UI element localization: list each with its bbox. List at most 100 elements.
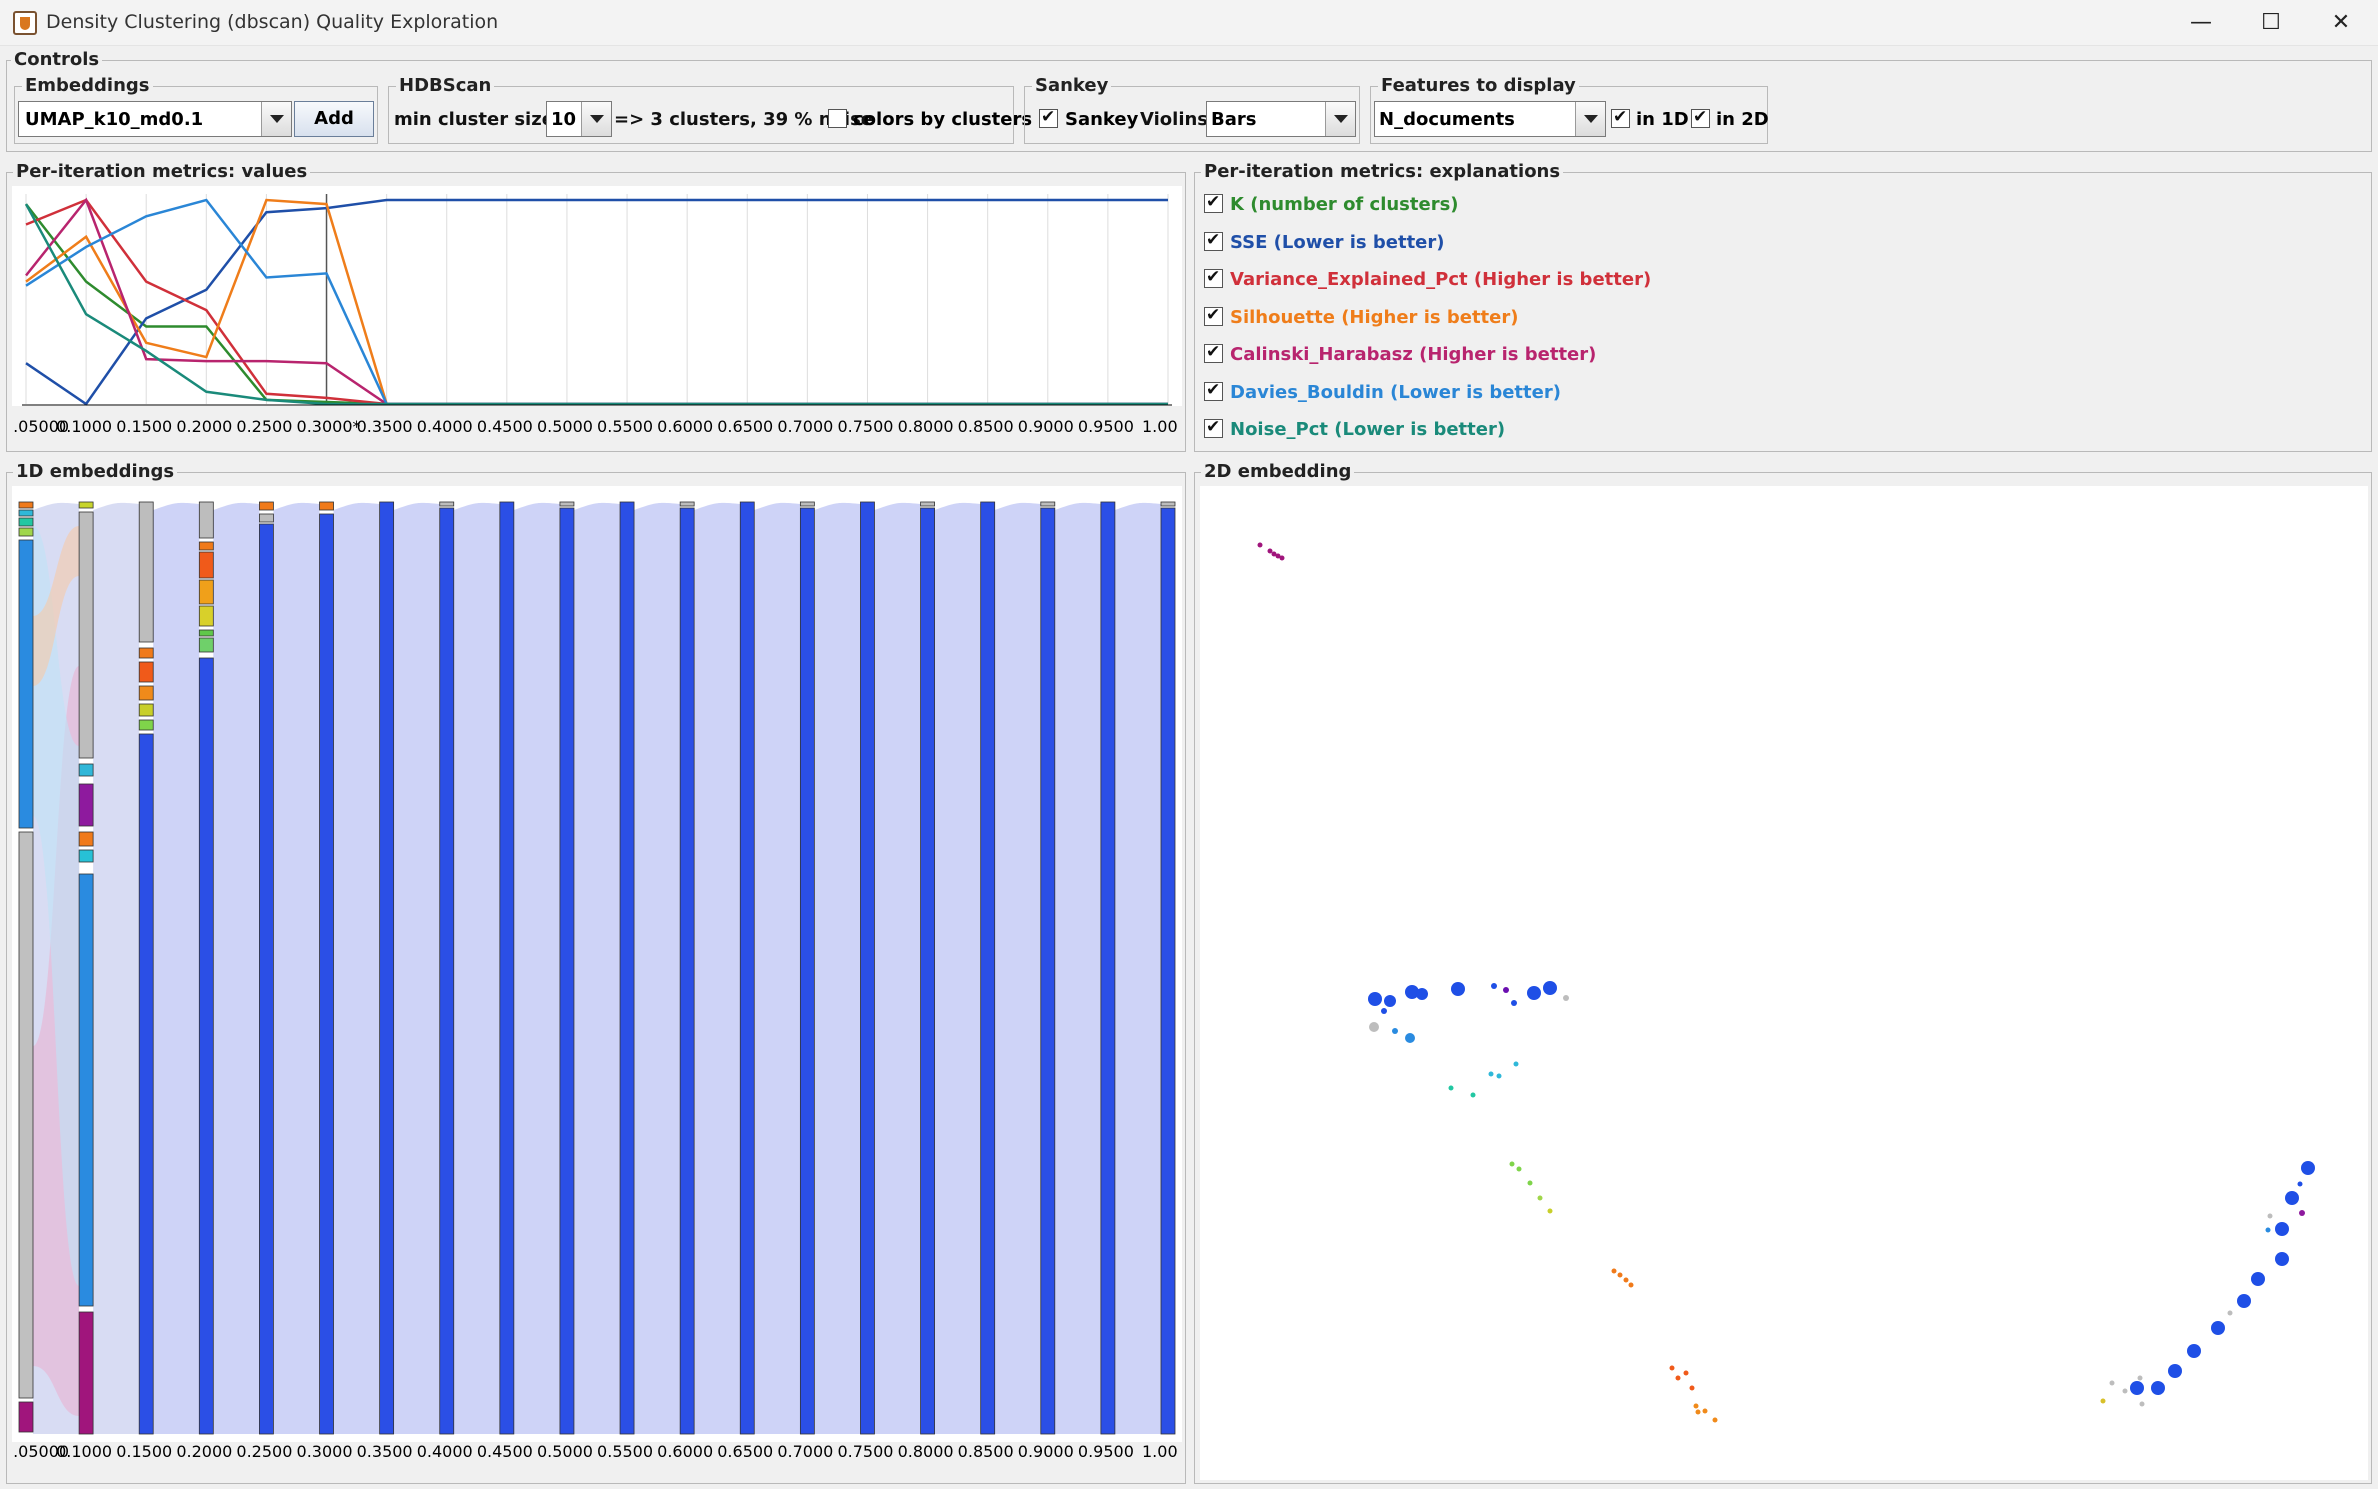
embedding-point[interactable] (1543, 981, 1557, 995)
sankey-bar-segment[interactable] (138, 685, 154, 701)
embedding-point[interactable] (1675, 1375, 1681, 1381)
sankey-bar-segment[interactable] (198, 551, 214, 579)
sankey-bar-segment[interactable] (138, 501, 154, 643)
embedding-point[interactable] (1491, 983, 1497, 989)
minimize-button[interactable]: — (2166, 0, 2236, 46)
sankey-bar-segment[interactable] (198, 657, 214, 1435)
sankey-bar-segment[interactable] (198, 629, 214, 637)
embedding-point[interactable] (2227, 1310, 2233, 1316)
sankey-bar-segment[interactable] (860, 501, 875, 1435)
sankey-bar-segment[interactable] (78, 1311, 94, 1435)
embedding-point[interactable] (1488, 1071, 1494, 1077)
embedding-point[interactable] (2275, 1252, 2289, 1266)
embedding-point[interactable] (2187, 1344, 2201, 1358)
sankey-bar-segment[interactable] (920, 507, 935, 1435)
metric-checkbox[interactable] (1204, 380, 1223, 401)
sankey-bar-segment[interactable] (619, 501, 635, 1435)
embedding-point[interactable] (2100, 1398, 2106, 1404)
maximize-button[interactable]: ☐ (2236, 0, 2306, 46)
embedding-point[interactable] (1623, 1277, 1629, 1283)
sankey-bar-segment[interactable] (78, 511, 94, 759)
sankey-bar-segment[interactable] (198, 541, 214, 551)
sankey-bar-segment[interactable] (78, 849, 94, 863)
embedding-point[interactable] (1611, 1268, 1617, 1274)
embedding-point[interactable] (2137, 1375, 2143, 1381)
embedding-point[interactable] (2211, 1321, 2225, 1335)
sankey-bar-segment[interactable] (1160, 507, 1176, 1435)
embedding-point[interactable] (1496, 1073, 1502, 1079)
sankey-bar-segment[interactable] (138, 719, 154, 731)
embedding-point[interactable] (1537, 1195, 1543, 1201)
embedding-point[interactable] (2285, 1191, 2299, 1205)
close-button[interactable]: ✕ (2306, 0, 2376, 46)
sankey-bar-segment[interactable] (78, 873, 94, 1307)
metric-checkbox[interactable] (1204, 417, 1223, 438)
embedding-point[interactable] (1267, 548, 1273, 554)
embedding-point[interactable] (1683, 1370, 1689, 1376)
metric-checkbox[interactable] (1204, 192, 1223, 213)
embedding-point[interactable] (1693, 1403, 1699, 1409)
sankey-bar-segment[interactable] (1040, 501, 1056, 507)
embedding-select[interactable]: UMAP_k10_md0.1 (18, 101, 292, 137)
embedding-point[interactable] (1527, 1180, 1533, 1186)
embedding-point[interactable] (2109, 1380, 2115, 1386)
embedding-point[interactable] (2151, 1381, 2165, 1395)
sankey-checkbox[interactable] (1039, 107, 1058, 128)
features-select[interactable]: N_documents (1374, 101, 1606, 137)
sankey-bar-segment[interactable] (319, 513, 334, 1435)
sankey-bar-segment[interactable] (78, 763, 94, 777)
violins-select[interactable]: Bars (1206, 101, 1356, 137)
sankey-bar-segment[interactable] (198, 579, 214, 605)
sankey-bar-segment[interactable] (138, 661, 154, 683)
sankey-bar-segment[interactable] (679, 501, 695, 507)
sankey-bar-segment[interactable] (499, 501, 515, 1435)
sankey-bar-segment[interactable] (559, 507, 575, 1435)
embedding-point[interactable] (1470, 1092, 1476, 1098)
sankey-bar-segment[interactable] (739, 501, 755, 1435)
min-cluster-size-select[interactable]: 10 (546, 101, 612, 137)
embedding-point[interactable] (1279, 555, 1285, 561)
embedding-point[interactable] (2299, 1210, 2305, 1216)
add-embedding-button[interactable]: Add (294, 101, 374, 137)
embedding-point[interactable] (2301, 1161, 2315, 1175)
sankey-bar-segment[interactable] (980, 501, 996, 1435)
sankey-bar-segment[interactable] (679, 507, 695, 1435)
embedding-point[interactable] (1669, 1365, 1675, 1371)
sankey-bar-segment[interactable] (138, 647, 154, 659)
sankey-bar-segment[interactable] (18, 509, 34, 517)
sankey-bar-segment[interactable] (1100, 501, 1116, 1435)
embedding-point[interactable] (1392, 1028, 1398, 1034)
metric-checkbox[interactable] (1204, 305, 1223, 326)
sankey-bar-segment[interactable] (259, 523, 274, 1435)
sankey-bar-segment[interactable] (439, 501, 455, 507)
embedding-point[interactable] (1448, 1085, 1454, 1091)
embedding-point[interactable] (2168, 1364, 2182, 1378)
embedding-point[interactable] (1369, 1022, 1379, 1032)
metric-checkbox[interactable] (1204, 267, 1223, 288)
embedding-point[interactable] (2297, 1181, 2303, 1187)
sankey-bar-segment[interactable] (138, 703, 154, 717)
sankey-bar-segment[interactable] (18, 831, 34, 1399)
sankey-bar-segment[interactable] (198, 637, 214, 653)
sankey-bar-segment[interactable] (18, 527, 34, 537)
sankey-bar-segment[interactable] (1040, 507, 1056, 1435)
embedding-point[interactable] (1702, 1408, 1708, 1414)
metric-checkbox[interactable] (1204, 230, 1223, 251)
in-1d-checkbox[interactable] (1611, 107, 1630, 128)
sankey-bar-segment[interactable] (439, 507, 455, 1435)
sankey-bar-segment[interactable] (18, 539, 34, 829)
sankey-bar-segment[interactable] (18, 501, 34, 509)
sankey-bar-segment[interactable] (559, 501, 575, 507)
colors-by-clusters-checkbox[interactable] (828, 109, 847, 128)
embedding-point[interactable] (2139, 1401, 2145, 1407)
embedding-point[interactable] (1547, 1208, 1553, 1214)
embedding-point[interactable] (1405, 1033, 1415, 1043)
embedding-point[interactable] (2251, 1272, 2265, 1286)
embedding-point[interactable] (1416, 988, 1428, 1000)
in-2d-checkbox[interactable] (1691, 107, 1710, 128)
embedding-point[interactable] (1503, 987, 1509, 993)
sankey-bar-segment[interactable] (78, 501, 94, 509)
embedding-point[interactable] (1381, 1008, 1387, 1014)
sankey-bar-segment[interactable] (259, 501, 274, 511)
embedding-point[interactable] (1712, 1417, 1718, 1423)
